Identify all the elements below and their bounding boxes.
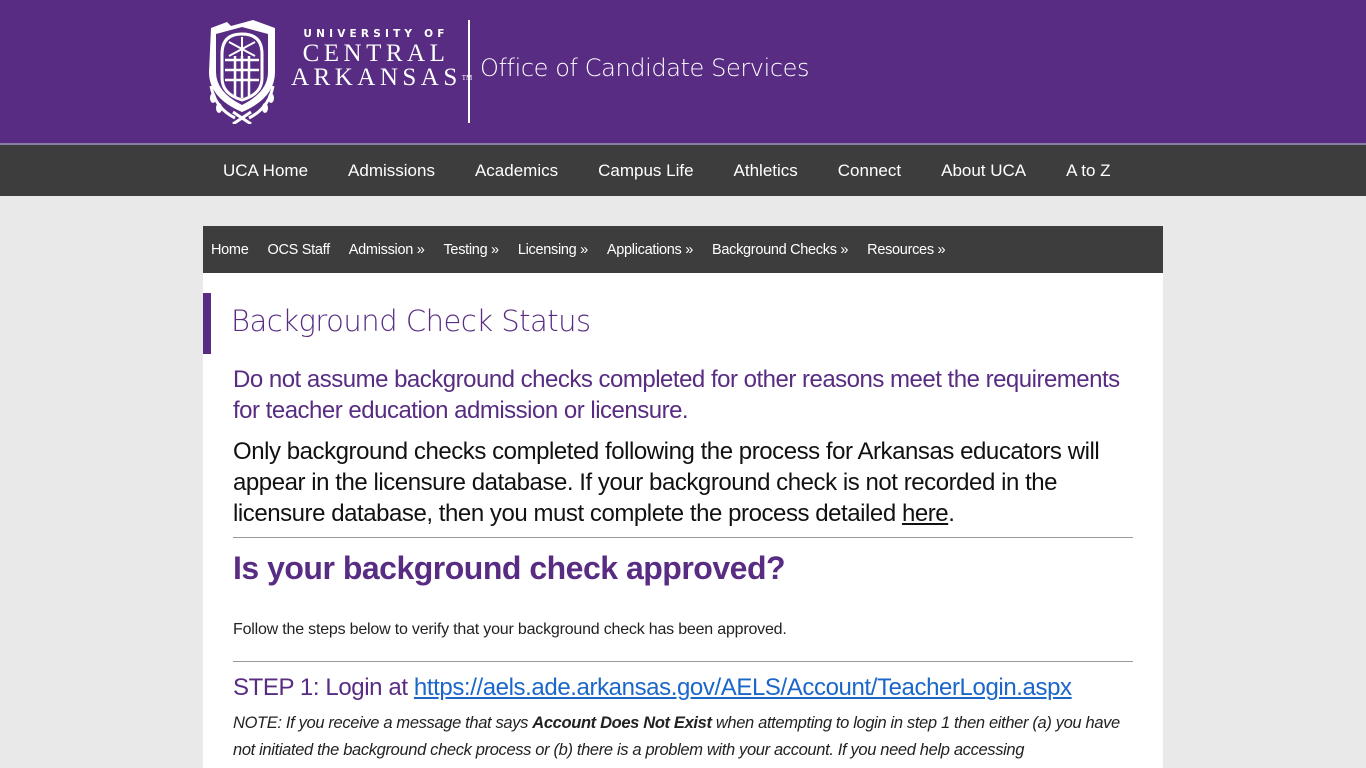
- topnav-athletics[interactable]: Athletics: [714, 161, 818, 181]
- instructions-text: Follow the steps below to verify that yo…: [233, 621, 787, 638]
- logo-arkansas-text: ARKANSAS: [291, 64, 462, 91]
- section-divider: [233, 537, 1133, 538]
- process-here-link[interactable]: here: [902, 500, 949, 527]
- subnav-resources[interactable]: Resources »: [867, 242, 955, 258]
- subnav-ocs-staff[interactable]: OCS Staff: [267, 242, 339, 258]
- note-prefix: NOTE: If you receive a message that says: [233, 714, 533, 732]
- site-header: UNIVERSITY OF CENTRAL ARKANSASTM Office …: [0, 0, 1366, 143]
- logo-arkansas: ARKANSASTM: [291, 64, 472, 91]
- section-heading: Is your background check approved?: [233, 550, 786, 586]
- subnav-admission[interactable]: Admission »: [349, 242, 435, 258]
- main-navigation: UCA Home Admissions Academics Campus Lif…: [0, 143, 1366, 196]
- shield-crest-icon[interactable]: [205, 20, 279, 124]
- topnav-academics[interactable]: Academics: [455, 161, 578, 181]
- step-divider: [233, 661, 1133, 662]
- page-title-accent: [203, 293, 211, 354]
- warning-text: Do not assume background checks complete…: [233, 366, 1120, 424]
- subnav-applications[interactable]: Applications »: [607, 242, 703, 258]
- logo-central: CENTRAL: [302, 40, 450, 67]
- aels-login-link[interactable]: https://aels.ade.arkansas.gov/AELS/Accou…: [414, 674, 1072, 701]
- university-logo[interactable]: UNIVERSITY OF CENTRAL ARKANSASTM: [291, 28, 472, 91]
- step-1: STEP 1: Login at https://aels.ade.arkans…: [233, 674, 1133, 702]
- info-text-end: .: [948, 500, 955, 527]
- office-title[interactable]: Office of Candidate Services: [480, 54, 810, 82]
- header-divider: [468, 20, 470, 123]
- content-area: Home OCS Staff Admission » Testing » Lic…: [203, 226, 1163, 768]
- subnav-licensing[interactable]: Licensing »: [518, 242, 598, 258]
- topnav-a-to-z[interactable]: A to Z: [1046, 161, 1130, 181]
- topnav-about-uca[interactable]: About UCA: [921, 161, 1046, 181]
- topnav-admissions[interactable]: Admissions: [328, 161, 455, 181]
- subnav-home[interactable]: Home: [211, 242, 258, 258]
- subnav-background-checks[interactable]: Background Checks »: [712, 242, 858, 258]
- info-paragraph: Only background checks completed followi…: [233, 436, 1133, 529]
- topnav-uca-home[interactable]: UCA Home: [203, 161, 328, 181]
- subnav-testing[interactable]: Testing »: [443, 242, 508, 258]
- topnav-campus-life[interactable]: Campus Life: [578, 161, 713, 181]
- topnav-connect[interactable]: Connect: [818, 161, 921, 181]
- step-1-label: STEP 1: Login at: [233, 674, 414, 701]
- info-text: Only background checks completed followi…: [233, 438, 1100, 527]
- page-title: Background Check Status: [231, 304, 591, 338]
- note-text: NOTE: If you receive a message that says…: [233, 710, 1133, 764]
- main-content: Do not assume background checks complete…: [233, 364, 1133, 764]
- logo-university-of: UNIVERSITY OF: [303, 28, 449, 40]
- section-navigation: Home OCS Staff Admission » Testing » Lic…: [203, 226, 1163, 273]
- note-bold: Account Does Not Exist: [532, 714, 712, 732]
